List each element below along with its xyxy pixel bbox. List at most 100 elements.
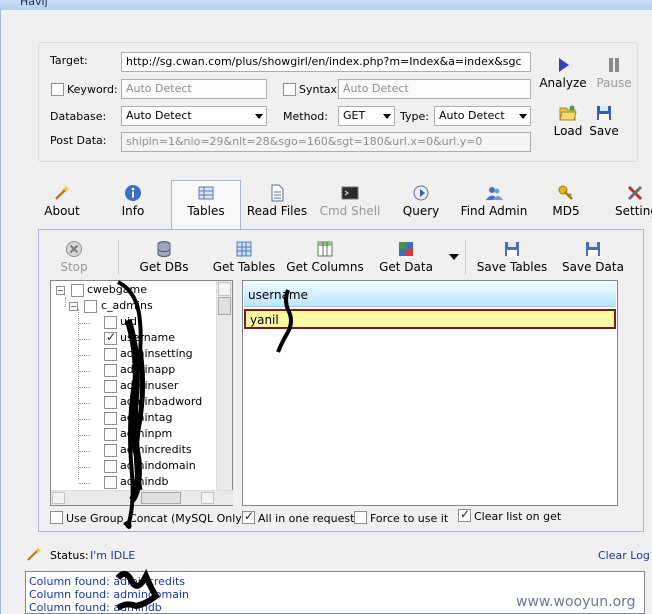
group-concat-checkbox[interactable] [50,511,63,524]
tree-column-checkbox[interactable] [104,364,117,377]
grid-cell: yanil [250,313,279,327]
database-tree[interactable]: − cwebgame − c_admins uid username adminse… [50,280,233,506]
scroll-up-button[interactable] [218,282,231,296]
syntax-checkbox[interactable] [283,83,296,96]
tab-cmd-shell-label: Cmd Shell [319,204,381,218]
tree-vertical-scrollbar[interactable] [216,281,232,490]
database-select[interactable]: Auto Detect [121,106,267,126]
get-tables-button[interactable]: Get Tables [210,240,278,274]
tree-column-checkbox[interactable] [104,444,117,457]
target-url-input[interactable]: http://sg.cwan.com/plus/showgirl/en/inde… [121,52,531,72]
keyword-checkbox[interactable] [51,83,64,96]
get-dbs-button[interactable]: Get DBs [136,240,192,274]
tab-cmd-shell[interactable]: Cmd Shell [318,184,382,218]
tab-info-label: Info [121,204,145,218]
scroll-thumb[interactable] [218,297,231,315]
database-select-value: Auto Detect [126,109,192,122]
tree-db-checkbox[interactable] [71,284,84,297]
save-data-label: Save Data [562,260,624,274]
tree-column-checkbox[interactable] [104,330,117,345]
tab-query[interactable]: Query [399,184,443,218]
scroll-thumb[interactable] [141,492,181,504]
terminal-icon [341,186,359,200]
load-button[interactable]: Load [548,104,588,138]
chevron-down-icon [519,114,527,119]
type-select[interactable]: Auto Detect [434,106,531,126]
analyze-label: Analyze [539,76,587,90]
tab-md5[interactable]: MD5 [546,184,586,218]
tab-info[interactable]: Info [113,184,153,218]
tree-table-label: c_admins [101,299,153,312]
tree-column-checkbox[interactable] [104,460,117,473]
tools-icon [627,185,643,201]
tree-table-checkbox[interactable] [84,300,97,313]
tree-horizontal-scrollbar[interactable] [51,490,233,505]
scroll-right-button[interactable] [201,492,214,504]
tab-read-files[interactable]: Read Files [246,184,308,218]
tree-line [79,451,91,452]
pause-label: Pause [596,76,632,90]
tree-db-label: cwebgame [87,283,148,296]
tree-column-checkbox[interactable] [104,316,117,329]
save-data-button[interactable]: Save Data [561,240,625,274]
tree-line [79,467,91,468]
tree-column-checkbox[interactable] [104,348,117,361]
table-row[interactable]: yanil [244,309,616,329]
grid-header[interactable]: username [244,282,616,307]
play-icon [559,58,569,72]
type-select-value: Auto Detect [439,109,505,122]
save-tables-button[interactable]: Save Tables [476,240,548,274]
status-value: I'm IDLE [90,549,136,562]
tab-tables[interactable]: Tables [176,184,236,218]
tree-line [78,309,79,479]
save-tables-label: Save Tables [476,260,548,274]
load-label: Load [553,124,583,138]
data-grid[interactable]: username yanil [242,280,618,506]
tab-read-files-label: Read Files [246,204,308,218]
pause-icon [609,58,619,72]
clear-log-link[interactable]: Clear Log [598,549,650,562]
method-select-value: GET [343,109,366,122]
get-data-dropdown-arrow[interactable] [449,254,459,260]
get-columns-label: Get Columns [286,260,364,274]
tree-column-checkbox[interactable] [104,476,117,489]
tree-column-label: username [120,331,175,344]
status-label: Status: [50,549,89,562]
tree-column-label: adminpm [120,427,173,440]
post-data-input[interactable]: shipin=1&nlo=29&nlt=28&sgo=160&sgt=180&u… [121,132,531,152]
all-in-one-checkbox[interactable] [242,509,255,524]
save-button[interactable]: Save [586,104,622,138]
stop-label: Stop [60,260,88,274]
tree-column-checkbox[interactable] [104,396,117,409]
tab-about-label: About [44,204,80,218]
get-data-button[interactable]: Get Data [376,240,436,274]
tree-line [65,297,66,307]
tree-column-checkbox[interactable] [104,380,117,393]
tab-tables-label: Tables [187,204,225,218]
scroll-left-button[interactable] [52,492,65,504]
target-label: Target: [50,54,88,67]
tree-line [79,387,91,388]
get-columns-button[interactable]: Get Columns [285,240,365,274]
method-select[interactable]: GET [338,106,395,126]
collapse-icon[interactable]: − [56,286,65,295]
tab-about[interactable]: About [38,184,86,218]
tab-find-admin[interactable]: Find Admin [458,184,530,218]
clear-list-checkbox[interactable] [458,507,471,522]
type-label: Type: [400,110,429,123]
table-icon [236,241,252,257]
tab-settings[interactable]: Settings [612,184,652,218]
database-icon [157,241,171,257]
tree-column-checkbox[interactable] [104,412,117,425]
collapse-icon[interactable]: − [69,302,78,311]
pause-button[interactable]: Pause [592,56,636,90]
analyze-button[interactable]: Analyze [538,56,588,90]
document-icon [271,184,284,202]
wand-icon [27,547,42,561]
syntax-input[interactable]: Auto Detect [338,79,531,99]
tree-column-label: adminuser [120,379,179,392]
keyword-input[interactable]: Auto Detect [121,79,267,99]
force-checkbox[interactable] [354,511,367,524]
stop-button[interactable]: Stop [54,240,94,274]
tree-column-checkbox[interactable] [104,428,117,441]
